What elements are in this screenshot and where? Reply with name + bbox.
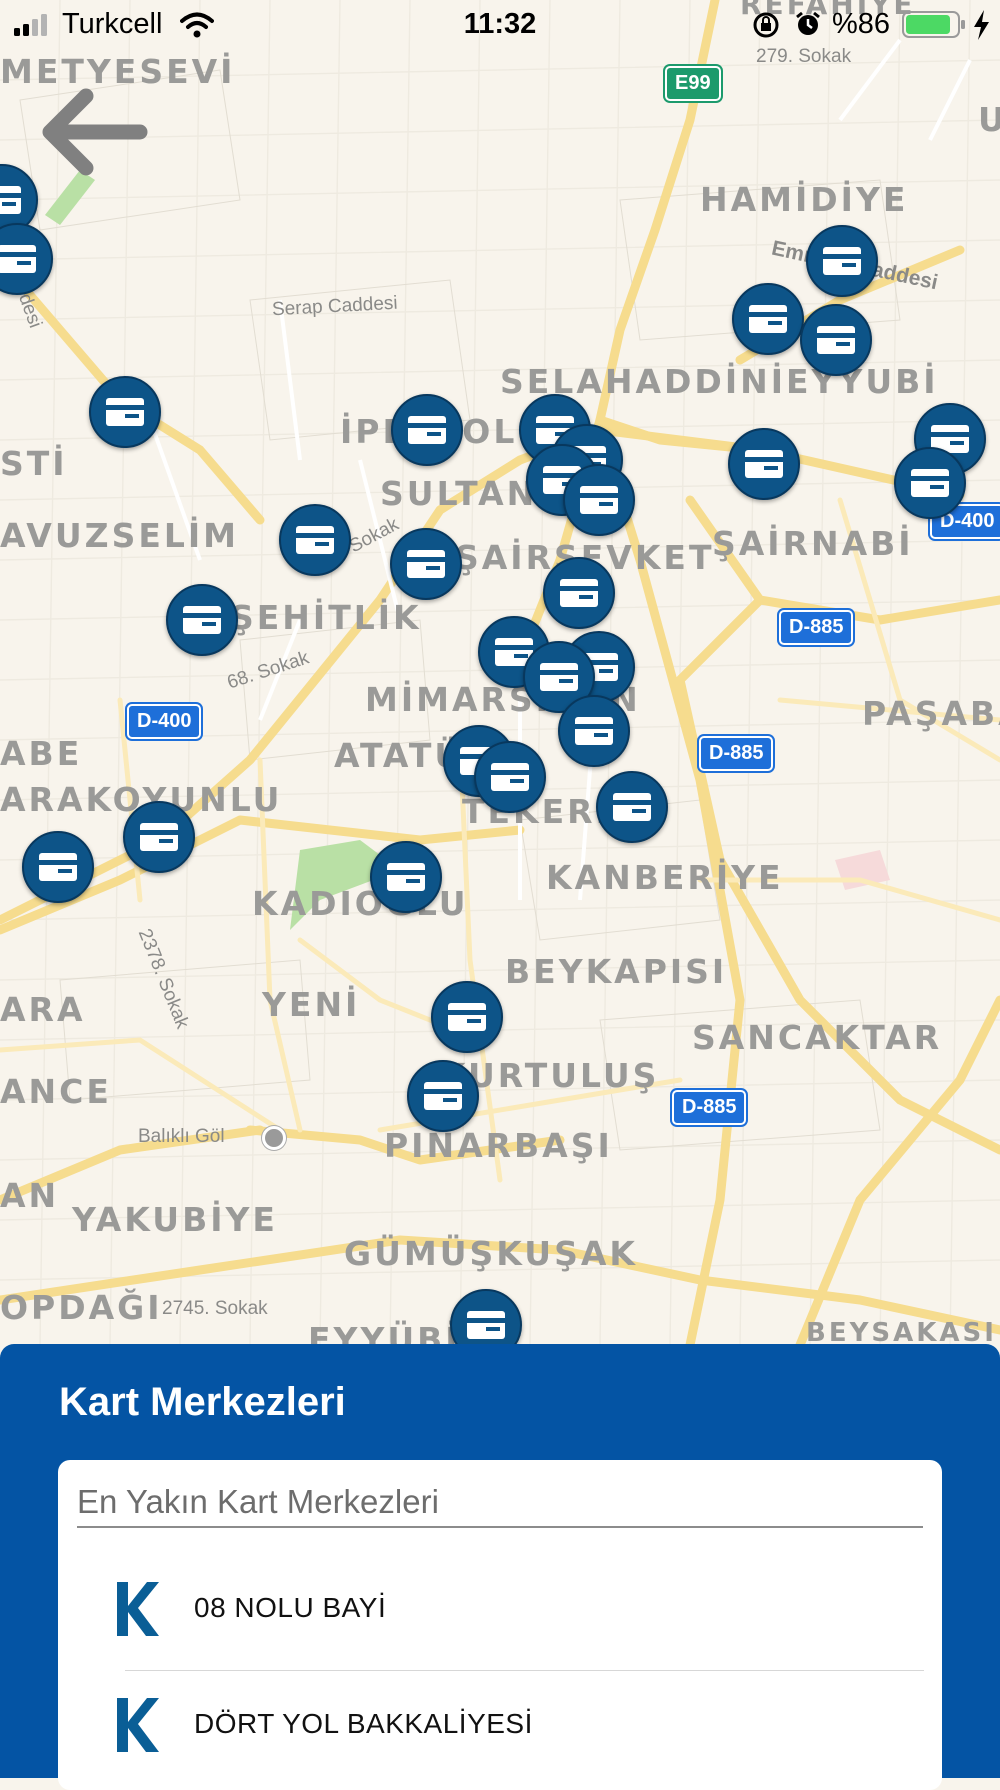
area-label: BEYSAKASI	[806, 1318, 997, 1345]
card-center-marker[interactable]	[894, 447, 966, 519]
card-center-marker[interactable]	[89, 376, 161, 448]
card-center-icon	[140, 823, 178, 851]
street-label: Balıklı Göl	[138, 1126, 225, 1147]
area-label: U	[978, 100, 1000, 139]
card-centers-panel: Kart Merkezleri 08 NOLU BAYİ DÖRT YOL BA…	[0, 1344, 1000, 1790]
area-label: ŞEHİTLİK	[230, 598, 422, 637]
list-item-name: DÖRT YOL BAKKALİYESİ	[194, 1708, 533, 1739]
area-label: ABE	[0, 734, 83, 773]
card-center-icon	[0, 186, 21, 214]
area-label: ANCE	[0, 1072, 112, 1111]
card-center-marker[interactable]	[474, 741, 546, 813]
area-label: HAMİDİYE	[700, 180, 909, 219]
arrow-left-icon	[42, 88, 148, 176]
road-shield-d885: D-885	[779, 610, 854, 645]
card-center-marker[interactable]	[558, 695, 630, 767]
charging-bolt-icon	[974, 10, 989, 40]
area-label: SANCAKTAR	[692, 1018, 943, 1057]
battery-percent: %86	[832, 8, 891, 40]
card-center-icon	[749, 305, 787, 333]
card-center-marker[interactable]	[543, 557, 615, 629]
alarm-icon	[796, 11, 820, 35]
card-center-icon	[0, 245, 36, 273]
area-label: STİ	[0, 444, 68, 483]
card-center-marker[interactable]	[732, 283, 804, 355]
area-label: GÜMÜŞKUŞAK	[344, 1234, 638, 1273]
card-center-icon	[296, 526, 334, 554]
card-center-marker[interactable]	[431, 981, 503, 1053]
card-center-icon	[580, 486, 618, 514]
card-center-marker[interactable]	[407, 1060, 479, 1132]
road-shield-d885: D-885	[672, 1090, 747, 1125]
map-view[interactable]: METYESEVİ HAMİDİYE SELAHADDİNİEYYUBİ İPE…	[0, 0, 1000, 1345]
card-centers-list: 08 NOLU BAYİ DÖRT YOL BAKKALİYESİ	[58, 1460, 942, 1790]
area-label: AVUZSELİM	[0, 516, 240, 555]
area-label: KANBERİYE	[546, 858, 784, 897]
card-center-marker[interactable]	[390, 528, 462, 600]
card-center-icon	[408, 416, 446, 444]
battery-icon	[902, 11, 965, 38]
card-center-icon	[387, 863, 425, 891]
card-center-marker[interactable]	[370, 841, 442, 913]
street-label: 2745. Sokak	[162, 1298, 268, 1319]
card-center-icon	[491, 763, 529, 791]
status-bar: Turkcell 11:32 %86	[0, 0, 1000, 50]
card-center-icon	[106, 398, 144, 426]
card-center-icon	[540, 663, 578, 691]
nearest-centers-search-input[interactable]	[77, 1478, 923, 1528]
rotation-lock-icon	[753, 12, 779, 38]
card-center-marker[interactable]	[806, 225, 878, 297]
area-label: YAKUBİYE	[72, 1200, 278, 1239]
card-center-icon	[448, 1003, 486, 1031]
card-center-icon	[183, 606, 221, 634]
road-shield-d885: D-885	[699, 736, 774, 771]
card-center-marker[interactable]	[166, 584, 238, 656]
card-center-marker[interactable]	[279, 504, 351, 576]
k-logo-icon	[117, 1582, 159, 1636]
card-center-marker[interactable]	[391, 394, 463, 466]
area-label: PINARBAŞI	[384, 1126, 613, 1165]
road-shield-e99: E99	[665, 66, 721, 101]
back-button[interactable]	[36, 82, 148, 182]
card-center-icon	[575, 717, 613, 745]
card-center-icon	[560, 579, 598, 607]
list-item[interactable]: DÖRT YOL BAKKALİYESİ	[58, 1670, 942, 1786]
card-center-icon	[613, 793, 651, 821]
area-label: ARA	[0, 990, 86, 1029]
card-center-icon	[911, 469, 949, 497]
card-center-icon	[424, 1082, 462, 1110]
card-center-marker[interactable]	[563, 464, 635, 536]
card-center-marker[interactable]	[800, 304, 872, 376]
card-center-marker[interactable]	[22, 831, 94, 903]
card-center-icon	[823, 247, 861, 275]
road-shield-d400: D-400	[127, 704, 202, 739]
card-center-icon	[467, 1311, 505, 1339]
card-center-icon	[407, 550, 445, 578]
card-center-icon	[745, 450, 783, 478]
balikli-gol-pin-icon[interactable]	[262, 1126, 286, 1150]
panel-title: Kart Merkezleri	[59, 1380, 346, 1424]
card-center-marker[interactable]	[728, 428, 800, 500]
list-item[interactable]: 08 NOLU BAYİ	[58, 1554, 942, 1670]
area-label: YENİ	[262, 985, 361, 1024]
area-label: AN	[0, 1176, 60, 1215]
area-label: PAŞABAĞ	[862, 694, 1000, 733]
area-label: BEYKAPISI	[505, 952, 728, 991]
area-label: OPDAĞI	[0, 1288, 163, 1327]
list-item-name: 08 NOLU BAYİ	[194, 1592, 387, 1623]
k-logo-icon	[117, 1698, 159, 1752]
card-center-marker[interactable]	[123, 801, 195, 873]
card-center-icon	[817, 326, 855, 354]
card-center-marker[interactable]	[596, 771, 668, 843]
card-center-icon	[39, 853, 77, 881]
area-label: ŞAİRNABİ	[712, 524, 914, 563]
